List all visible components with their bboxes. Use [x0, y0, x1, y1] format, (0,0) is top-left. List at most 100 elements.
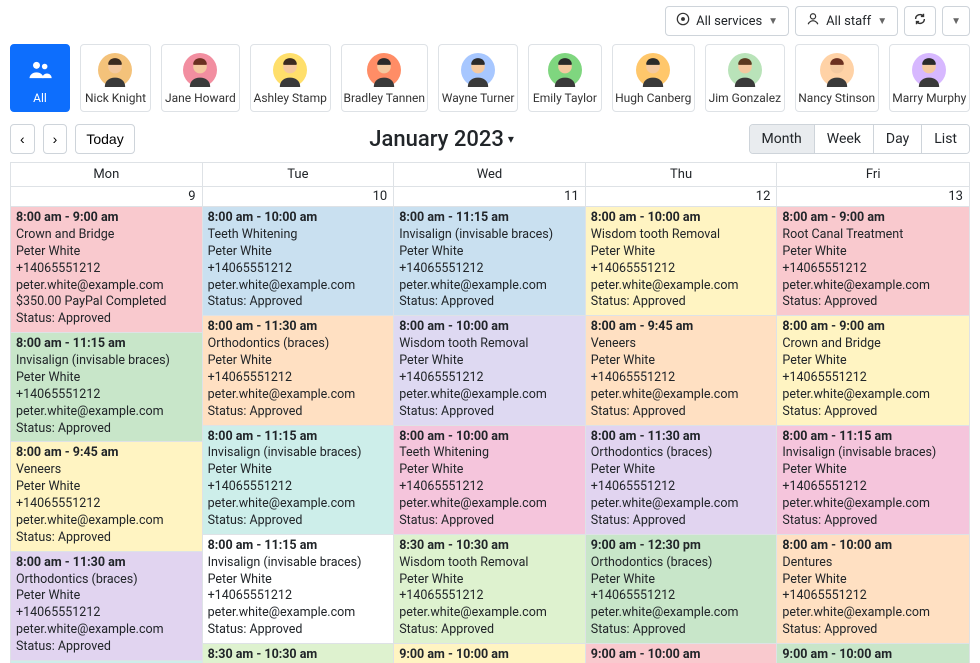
event-time: 8:00 am - 11:15 am [782, 429, 964, 446]
event-customer: Peter White [399, 244, 580, 261]
appointment-card[interactable]: 8:00 am - 9:45 amVeneersPeter White+1406… [586, 316, 777, 425]
event-email: peter.white@example.com [399, 605, 580, 622]
staff-tile[interactable]: Nancy Stinson [795, 44, 879, 112]
event-email: peter.white@example.com [16, 404, 197, 421]
event-status: Status: Approved [16, 530, 197, 547]
staff-filter[interactable]: All staff ▼ [795, 6, 898, 36]
event-customer: Peter White [208, 572, 389, 589]
appointment-card[interactable]: 8:00 am - 10:00 amDenturesPeter White+14… [777, 535, 969, 644]
event-phone: +14065551212 [782, 588, 964, 605]
event-status: Status: Approved [208, 404, 389, 421]
event-customer: Peter White [591, 353, 772, 370]
staff-tile[interactable]: Nick Knight [80, 44, 151, 112]
appointment-card[interactable]: 8:00 am - 11:15 amInvisalign (invisable … [203, 535, 394, 644]
avatar [728, 53, 762, 87]
appointment-card[interactable]: 8:00 am - 10:00 amTeeth WhiteningPeter W… [394, 426, 585, 535]
calendar-scroll[interactable]: 8:00 am - 9:00 amCrown and BridgePeter W… [10, 207, 970, 663]
event-service: Root Canal Treatment [782, 227, 964, 244]
event-time: 8:00 am - 9:00 am [782, 319, 964, 336]
event-customer: Peter White [399, 572, 580, 589]
event-phone: +14065551212 [591, 479, 772, 496]
calendar-day-column: 8:00 am - 9:00 amRoot Canal TreatmentPet… [777, 207, 969, 663]
event-service: Invisalign (invisable braces) [16, 353, 197, 370]
event-time: 8:00 am - 11:15 am [208, 429, 389, 446]
period-title[interactable]: January 2023 ▾ [369, 127, 514, 152]
event-status: Status: Approved [16, 639, 197, 656]
event-time: 8:00 am - 10:00 am [208, 210, 389, 227]
day-of-week-row: Mon Tue Wed Thu Fri [11, 163, 969, 187]
event-status: Status: Approved [782, 404, 964, 421]
more-options-button[interactable]: ▼ [942, 6, 970, 36]
refresh-button[interactable] [904, 6, 936, 36]
staff-tile-label: Jim Gonzalez [709, 91, 781, 105]
staff-tile[interactable]: Hugh Canberg [612, 44, 695, 112]
event-phone: +14065551212 [399, 479, 580, 496]
appointment-card[interactable]: 8:00 am - 11:15 amInvisalign (invisable … [394, 207, 585, 316]
avatar [912, 53, 946, 87]
staff-tile[interactable]: Ashley Stamp [250, 44, 331, 112]
event-email: peter.white@example.com [591, 605, 772, 622]
staff-tile[interactable]: Wayne Turner [438, 44, 518, 112]
event-email: peter.white@example.com [208, 278, 389, 295]
event-email: peter.white@example.com [591, 387, 772, 404]
prev-button[interactable]: ‹ [10, 124, 35, 154]
staff-tile[interactable]: Emily Taylor [528, 44, 601, 112]
avatar [183, 53, 217, 87]
event-phone: +14065551212 [16, 496, 197, 513]
view-week[interactable]: Week [814, 125, 873, 153]
event-service: Wisdom tooth Removal [591, 227, 772, 244]
appointment-card[interactable]: 9:00 am - 12:30 pmOrthodontics (braces)P… [586, 535, 777, 644]
view-switch: Month Week Day List [749, 124, 970, 154]
staff-filter-label: All staff [826, 14, 871, 29]
event-status: Status: Approved [591, 404, 772, 421]
appointment-card[interactable]: 8:00 am - 9:00 amCrown and BridgePeter W… [11, 207, 202, 333]
appointment-card[interactable]: 8:00 am - 11:30 amOrthodontics (braces)P… [11, 552, 202, 661]
event-status: Status: Approved [399, 622, 580, 639]
services-filter[interactable]: All services ▼ [665, 6, 789, 36]
view-list[interactable]: List [921, 125, 969, 153]
appointment-card[interactable]: 8:00 am - 9:00 amCrown and BridgePeter W… [777, 316, 969, 425]
today-button[interactable]: Today [75, 124, 134, 154]
event-customer: Peter White [782, 244, 964, 261]
avatar [461, 53, 495, 87]
view-month[interactable]: Month [750, 125, 814, 153]
event-service: Teeth Whitening [399, 445, 580, 462]
appointment-card[interactable]: 8:00 am - 10:00 amTeeth WhiteningPeter W… [203, 207, 394, 316]
view-day[interactable]: Day [873, 125, 921, 153]
event-service: Veneers [16, 462, 197, 479]
appointment-card[interactable]: 8:00 am - 9:00 amRoot Canal TreatmentPet… [777, 207, 969, 316]
event-customer: Peter White [16, 370, 197, 387]
appointment-card[interactable]: 8:00 am - 11:30 amOrthodontics (braces)P… [203, 316, 394, 425]
staff-tile[interactable]: Jane Howard [161, 44, 240, 112]
chevron-right-icon: › [53, 131, 58, 147]
event-time: 8:00 am - 10:00 am [591, 210, 772, 227]
event-time: 8:30 am - 10:30 am [208, 647, 389, 663]
event-service: Teeth Whitening [208, 227, 389, 244]
staff-tile[interactable]: Marry Murphy [889, 44, 970, 112]
staff-tile[interactable]: Bradley Tannen [341, 44, 428, 112]
event-email: peter.white@example.com [208, 387, 389, 404]
appointment-card[interactable]: 8:00 am - 10:00 amWisdom tooth RemovalPe… [586, 207, 777, 316]
appointment-card[interactable]: 8:30 am - 10:30 amWisdom tooth RemovalPe… [394, 535, 585, 644]
appointment-card[interactable]: 8:00 am - 11:30 amOrthodontics (braces)P… [586, 426, 777, 535]
staff-tile-all[interactable]: All [10, 44, 70, 112]
event-time: 8:00 am - 11:30 am [591, 429, 772, 446]
event-time: 9:00 am - 10:00 am [782, 647, 964, 663]
next-button[interactable]: › [43, 124, 68, 154]
event-customer: Peter White [782, 462, 964, 479]
staff-tile-label: Marry Murphy [892, 91, 966, 105]
event-email: peter.white@example.com [208, 496, 389, 513]
staff-tile[interactable]: Jim Gonzalez [705, 44, 785, 112]
appointment-card[interactable]: 8:00 am - 11:15 amInvisalign (invisable … [203, 426, 394, 535]
date-cell: 10 [203, 187, 395, 207]
event-time: 9:00 am - 10:00 am [399, 647, 580, 663]
appointment-card[interactable]: 8:00 am - 10:00 amWisdom tooth RemovalPe… [394, 316, 585, 425]
event-status: Status: Approved [208, 294, 389, 311]
event-time: 8:00 am - 11:15 am [399, 210, 580, 227]
appointment-card[interactable]: 8:00 am - 11:15 amInvisalign (invisable … [11, 333, 202, 442]
appointment-card[interactable]: 8:00 am - 11:15 amInvisalign (invisable … [777, 426, 969, 535]
caret-down-icon: ▼ [951, 16, 961, 27]
event-customer: Peter White [208, 462, 389, 479]
event-customer: Peter White [16, 479, 197, 496]
appointment-card[interactable]: 8:00 am - 9:45 amVeneersPeter White+1406… [11, 442, 202, 551]
